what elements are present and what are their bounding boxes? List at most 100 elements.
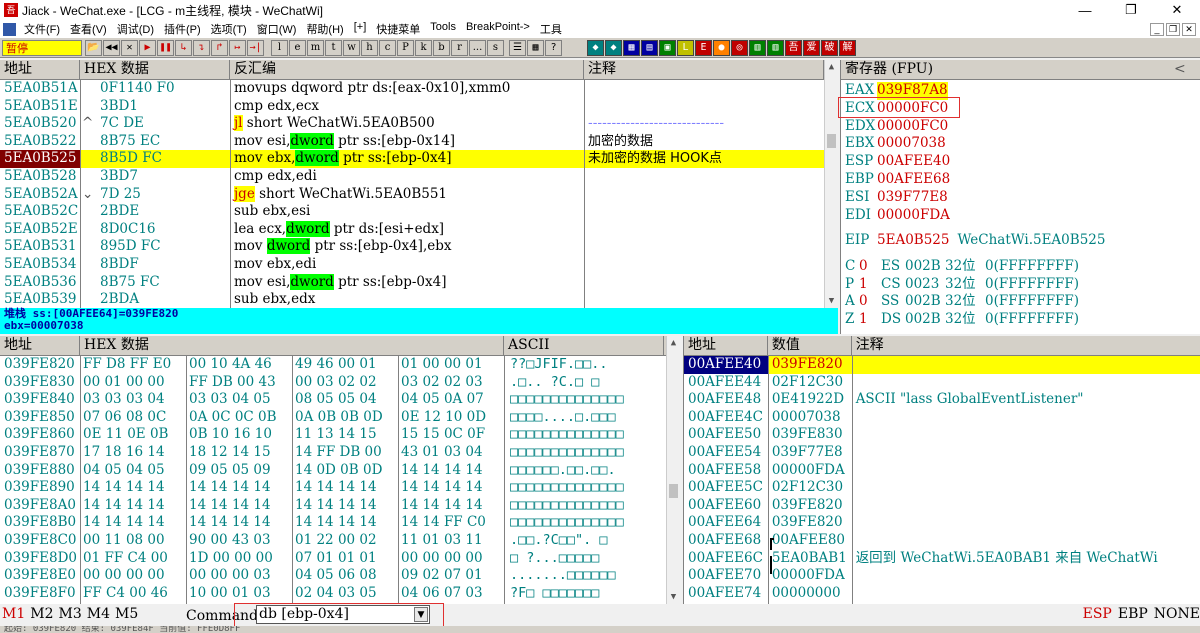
menu-item-8[interactable]: 快捷菜单 (371, 21, 425, 37)
menu-item-6[interactable]: 帮助(H) (301, 21, 348, 37)
dump-row[interactable]: 039FE870 17 18 16 14 18 12 14 15 14 FF DB 0… (0, 444, 680, 462)
toolbar-plugin-7[interactable]: ● (713, 39, 730, 56)
disasm-row[interactable]: 5EA0B536 8B75 FC mov esi,dword ptr ss:[ebp… (0, 273, 838, 292)
disasm-row[interactable]: 5EA0B531 895D FC mov dword ptr ss:[ebp-0x4… (0, 238, 838, 256)
disasm-row[interactable]: 5EA0B52A ⌄ 7D 25 jge short WeChatWi.5EA0B55… (0, 185, 838, 204)
register-esi[interactable]: ESI 039F77E8 (841, 189, 1200, 207)
toolbar-extra-0[interactable]: ☰ (509, 39, 526, 56)
close-button[interactable]: ✕ (1154, 2, 1200, 18)
toolbar-letter-12[interactable]: s (487, 39, 504, 56)
toolbar-plugin-1[interactable]: ◆ (605, 39, 622, 56)
col-hex[interactable]: HEX 数据 (80, 60, 230, 79)
toolbar-plugin-14[interactable]: 解 (839, 39, 856, 56)
mdi-restore-icon[interactable]: ❐ (1166, 22, 1180, 36)
disasm-row[interactable]: 5EA0B522 8B75 EC mov esi,dword ptr ss:[ebp… (0, 132, 838, 151)
memory-tab-3[interactable]: M3 (59, 606, 82, 622)
stack-col-address[interactable]: 地址 (684, 336, 768, 355)
toolbar-plugin-2[interactable]: ▦ (623, 39, 640, 56)
disasm-row[interactable]: 5EA0B525 8B5D FC mov ebx,dword ptr ss:[ebp… (0, 150, 838, 168)
toolbar-button-5[interactable]: ↳ (175, 39, 192, 56)
toolbar-plugin-12[interactable]: 爱 (803, 39, 820, 56)
disasm-row[interactable]: 5EA0B534 8BDF mov ebx,edi (0, 256, 838, 274)
memory-tab-1[interactable]: M1 (2, 606, 25, 622)
register-value[interactable]: 00AFEE40 (877, 153, 950, 171)
disasm-row[interactable]: 5EA0B51A 0F1140 F0 movups dqword ptr ds:[e… (0, 80, 838, 98)
dump-row[interactable]: 039FE840 03 03 03 04 03 03 04 05 08 05 05 0… (0, 391, 680, 409)
register-edx[interactable]: EDX 00000FC0 (841, 118, 1200, 136)
register-ebx[interactable]: EBX 00007038 (841, 135, 1200, 153)
memory-tab-5[interactable]: M5 (115, 606, 138, 622)
toolbar-letter-8[interactable]: k (415, 39, 432, 56)
col-comment[interactable]: 注释 (584, 60, 824, 79)
mdi-window-icon[interactable] (3, 22, 16, 36)
toolbar-letter-5[interactable]: h (361, 39, 378, 56)
menu-item-10[interactable]: BreakPoint-> (461, 21, 535, 37)
toolbar-letter-2[interactable]: m (307, 39, 324, 56)
maximize-button[interactable]: ❐ (1108, 2, 1154, 18)
dump-col-address[interactable]: 地址 (0, 336, 80, 355)
stack-row[interactable]: 00AFEE48 0E41922D ASCII "lass GlobalEventL… (684, 391, 1200, 409)
stack-row[interactable]: 00AFEE4C 00007038 (684, 409, 1200, 427)
stack-col-value[interactable]: 数值 (768, 336, 852, 355)
dump-row[interactable]: 039FE8C0 00 11 08 00 90 00 43 03 01 22 00 0… (0, 532, 680, 550)
toolbar-extra-1[interactable]: ▦ (527, 39, 544, 56)
stack-row[interactable]: 00AFEE54 039F77E8 (684, 444, 1200, 462)
register-value[interactable]: 5EA0B525 (877, 232, 949, 250)
collapse-icon[interactable]: < (1170, 60, 1200, 79)
stack-row[interactable]: 00AFEE58 00000FDA (684, 462, 1200, 480)
toolbar-letter-6[interactable]: c (379, 39, 396, 56)
menu-item-4[interactable]: 选项(T) (206, 21, 252, 37)
minimize-button[interactable]: — (1062, 3, 1108, 18)
mdi-minimize-icon[interactable]: _ (1150, 22, 1164, 36)
stack-row[interactable]: 00AFEE5C 02F12C30 (684, 479, 1200, 497)
menu-item-9[interactable]: Tools (425, 21, 461, 37)
stack-follow-esp[interactable]: ESP (1083, 606, 1112, 622)
toolbar-button-8[interactable]: ↦ (229, 39, 246, 56)
register-value[interactable]: 00AFEE68 (877, 171, 950, 189)
stack-row[interactable]: 00AFEE44 02F12C30 (684, 374, 1200, 392)
toolbar-plugin-9[interactable]: ▥ (749, 39, 766, 56)
toolbar-button-6[interactable]: ↴ (193, 39, 210, 56)
stack-row[interactable]: 00AFEE74 00000000 (684, 585, 1200, 603)
toolbar-letter-4[interactable]: w (343, 39, 360, 56)
register-value[interactable]: 00000FC0 (877, 118, 948, 136)
register-eip[interactable]: EIP 5EA0B525 WeChatWi.5EA0B525 (841, 232, 1200, 250)
flag-row[interactable]: P 1 CS 0023 32位 0(FFFFFFFF) (841, 276, 1200, 294)
menu-item-11[interactable]: 工具 (535, 21, 567, 37)
disasm-row[interactable]: 5EA0B52C 2BDE sub ebx,esi (0, 203, 838, 221)
dump-col-ascii[interactable]: ASCII (504, 336, 664, 355)
col-address[interactable]: 地址 (0, 60, 80, 79)
flag-row[interactable]: Z 1 DS 002B 32位 0(FFFFFFFF) (841, 311, 1200, 329)
disasm-row[interactable]: 5EA0B539 2BDA sub ebx,edx (0, 291, 838, 308)
dump-col-hex[interactable]: HEX 数据 (80, 336, 504, 355)
col-disasm[interactable]: 反汇编 (230, 60, 584, 79)
stack-follow-ebp[interactable]: EBP (1118, 606, 1148, 622)
dump-scrollbar[interactable]: ▲ ▼ (666, 336, 680, 604)
register-ebp[interactable]: EBP 00AFEE68 (841, 171, 1200, 189)
register-edi[interactable]: EDI 00000FDA (841, 207, 1200, 225)
toolbar-button-2[interactable]: ✕ (121, 39, 138, 56)
register-value[interactable]: 00000FDA (877, 207, 950, 225)
toolbar-plugin-5[interactable]: L (677, 39, 694, 56)
menu-item-1[interactable]: 查看(V) (65, 21, 112, 37)
dump-row[interactable]: 039FE8E0 00 00 00 00 00 00 00 03 04 05 06 0… (0, 567, 680, 585)
menu-item-0[interactable]: 文件(F) (19, 21, 65, 37)
menu-item-3[interactable]: 插件(P) (159, 21, 206, 37)
toolbar-plugin-3[interactable]: ▤ (641, 39, 658, 56)
disassembly-scrollbar[interactable]: ▲ ▼ (824, 60, 838, 308)
dump-row[interactable]: 039FE8A0 14 14 14 14 14 14 14 14 14 14 14 1… (0, 497, 680, 515)
toolbar-extra-2[interactable]: ? (545, 39, 562, 56)
flag-row[interactable]: A 0 SS 002B 32位 0(FFFFFFFF) (841, 293, 1200, 311)
stack-row[interactable]: 00AFEE64 039FE820 (684, 514, 1200, 532)
disasm-row[interactable]: 5EA0B51E 3BD1 cmp edx,ecx (0, 98, 838, 116)
memory-tab-4[interactable]: M4 (87, 606, 110, 622)
toolbar-letter-1[interactable]: e (289, 39, 306, 56)
dump-row[interactable]: 039FE830 00 01 00 00 FF DB 00 43 00 03 02 0… (0, 374, 680, 392)
toolbar-plugin-13[interactable]: 破 (821, 39, 838, 56)
register-value[interactable]: 00007038 (877, 135, 946, 153)
mdi-close-icon[interactable]: ✕ (1182, 22, 1196, 36)
toolbar-button-1[interactable]: ◀◀ (103, 39, 120, 56)
toolbar-letter-9[interactable]: b (433, 39, 450, 56)
register-esp[interactable]: ESP 00AFEE40 (841, 153, 1200, 171)
toolbar-plugin-0[interactable]: ◆ (587, 39, 604, 56)
